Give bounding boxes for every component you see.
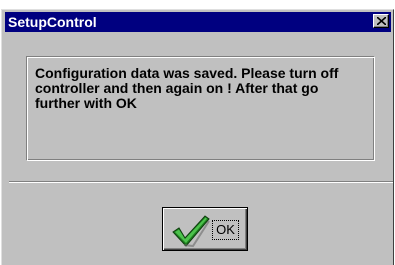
- setup-control-dialog: SetupControl Configuration data was save…: [1, 9, 394, 265]
- window-title: SetupControl: [8, 14, 97, 30]
- green-checkmark-icon: [172, 215, 210, 248]
- close-button[interactable]: [373, 14, 389, 28]
- separator: [9, 181, 393, 183]
- ok-label: OK: [212, 220, 239, 240]
- title-bar[interactable]: SetupControl: [5, 12, 391, 32]
- close-icon: [377, 17, 386, 25]
- message-panel: Configuration data was saved. Please tur…: [26, 56, 375, 161]
- message-text: Configuration data was saved. Please tur…: [35, 65, 339, 111]
- ok-button[interactable]: OK: [162, 207, 248, 251]
